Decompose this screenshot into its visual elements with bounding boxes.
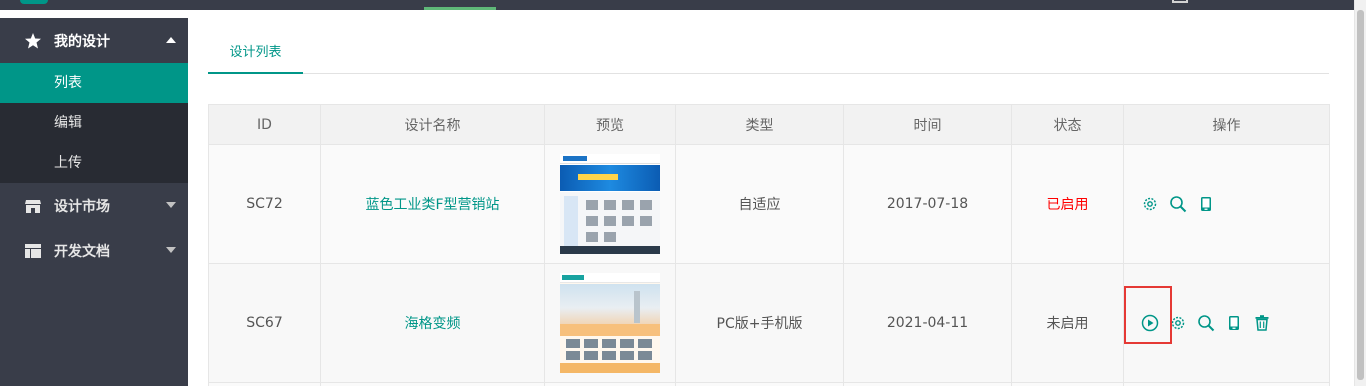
sidebar-item-edit[interactable]: 编辑 [0, 103, 188, 143]
cell-type: 自适应 [675, 144, 844, 264]
gear-icon[interactable] [1140, 194, 1160, 214]
top-nav-active-indicator [424, 7, 496, 10]
design-name-link[interactable]: 海格变频 [405, 316, 461, 332]
search-icon[interactable] [1168, 194, 1188, 214]
cell-id: SC72 [208, 144, 321, 264]
gear-icon[interactable] [1168, 313, 1188, 333]
column-header-time: 时间 [843, 104, 1012, 145]
nav-my-design[interactable]: 我的设计 [0, 18, 188, 63]
mobile-icon[interactable] [1224, 313, 1244, 333]
table-row: SC67 海格变频 PC版+手机版 2021-04-11 未启用 [208, 263, 1330, 383]
column-header-id: ID [208, 104, 321, 145]
preview-thumbnail[interactable] [560, 154, 660, 254]
cell-id: SC67 [208, 263, 321, 383]
user-icon[interactable] [1172, 0, 1188, 3]
cell-status: 未启用 [1011, 263, 1124, 383]
nav-design-market-label: 设计市场 [54, 198, 110, 215]
tab-bar: 设计列表 [208, 38, 1329, 74]
cell-preview [544, 263, 676, 383]
store-icon [24, 197, 42, 215]
chevron-down-icon [166, 247, 176, 253]
nav-dev-docs[interactable]: 开发文档 [0, 228, 188, 273]
top-header [0, 0, 1354, 10]
sidebar: 我的设计 列表 编辑 上传 设计市场 开发文档 [0, 18, 188, 386]
chevron-up-icon [166, 37, 176, 43]
sidebar-item-list[interactable]: 列表 [0, 63, 188, 103]
status-badge: 已启用 [1046, 197, 1089, 213]
tab-design-list[interactable]: 设计列表 [208, 38, 303, 74]
logo [20, 0, 48, 4]
cell-type: PC版+手机版 [675, 263, 844, 383]
nav-design-market[interactable]: 设计市场 [0, 183, 188, 228]
nav-dev-docs-label: 开发文档 [54, 243, 110, 260]
cell-status: 已启用 [1011, 144, 1124, 264]
column-header-name: 设计名称 [320, 104, 545, 145]
column-header-actions: 操作 [1123, 104, 1330, 145]
my-design-submenu: 列表 编辑 上传 [0, 63, 188, 183]
nav-my-design-label: 我的设计 [54, 33, 110, 50]
design-table: ID 设计名称 预览 类型 时间 状态 操作 SC72 蓝色工业类F型营销站 自… [208, 104, 1330, 386]
cell-preview [544, 144, 676, 264]
layout-icon [24, 242, 42, 260]
mobile-icon[interactable] [1196, 194, 1216, 214]
search-icon[interactable] [1196, 313, 1216, 333]
cell-name: 海格变频 [320, 263, 545, 383]
design-name-link[interactable]: 蓝色工业类F型营销站 [365, 197, 499, 213]
preview-thumbnail[interactable] [560, 273, 660, 373]
scrollbar-thumb[interactable] [1357, 10, 1364, 380]
trash-icon[interactable] [1252, 313, 1272, 333]
play-icon[interactable] [1140, 313, 1160, 333]
cell-actions [1123, 263, 1330, 383]
vertical-scrollbar[interactable] [1354, 0, 1366, 386]
column-header-type: 类型 [675, 104, 844, 145]
sidebar-item-upload[interactable]: 上传 [0, 143, 188, 183]
chevron-down-icon [166, 202, 176, 208]
star-icon [24, 32, 42, 50]
table-row [208, 382, 1330, 386]
cell-date: 2017-07-18 [843, 144, 1012, 264]
column-header-status: 状态 [1011, 104, 1124, 145]
cell-name: 蓝色工业类F型营销站 [320, 144, 545, 264]
status-badge: 未启用 [1046, 316, 1089, 332]
column-header-preview: 预览 [544, 104, 676, 145]
cell-date: 2021-04-11 [843, 263, 1012, 383]
cell-actions [1123, 144, 1330, 264]
table-row: SC72 蓝色工业类F型营销站 自适应 2017-07-18 已启用 [208, 144, 1330, 264]
main-content: 设计列表 ID 设计名称 预览 类型 时间 状态 操作 SC72 蓝色工业类F型… [188, 18, 1354, 386]
